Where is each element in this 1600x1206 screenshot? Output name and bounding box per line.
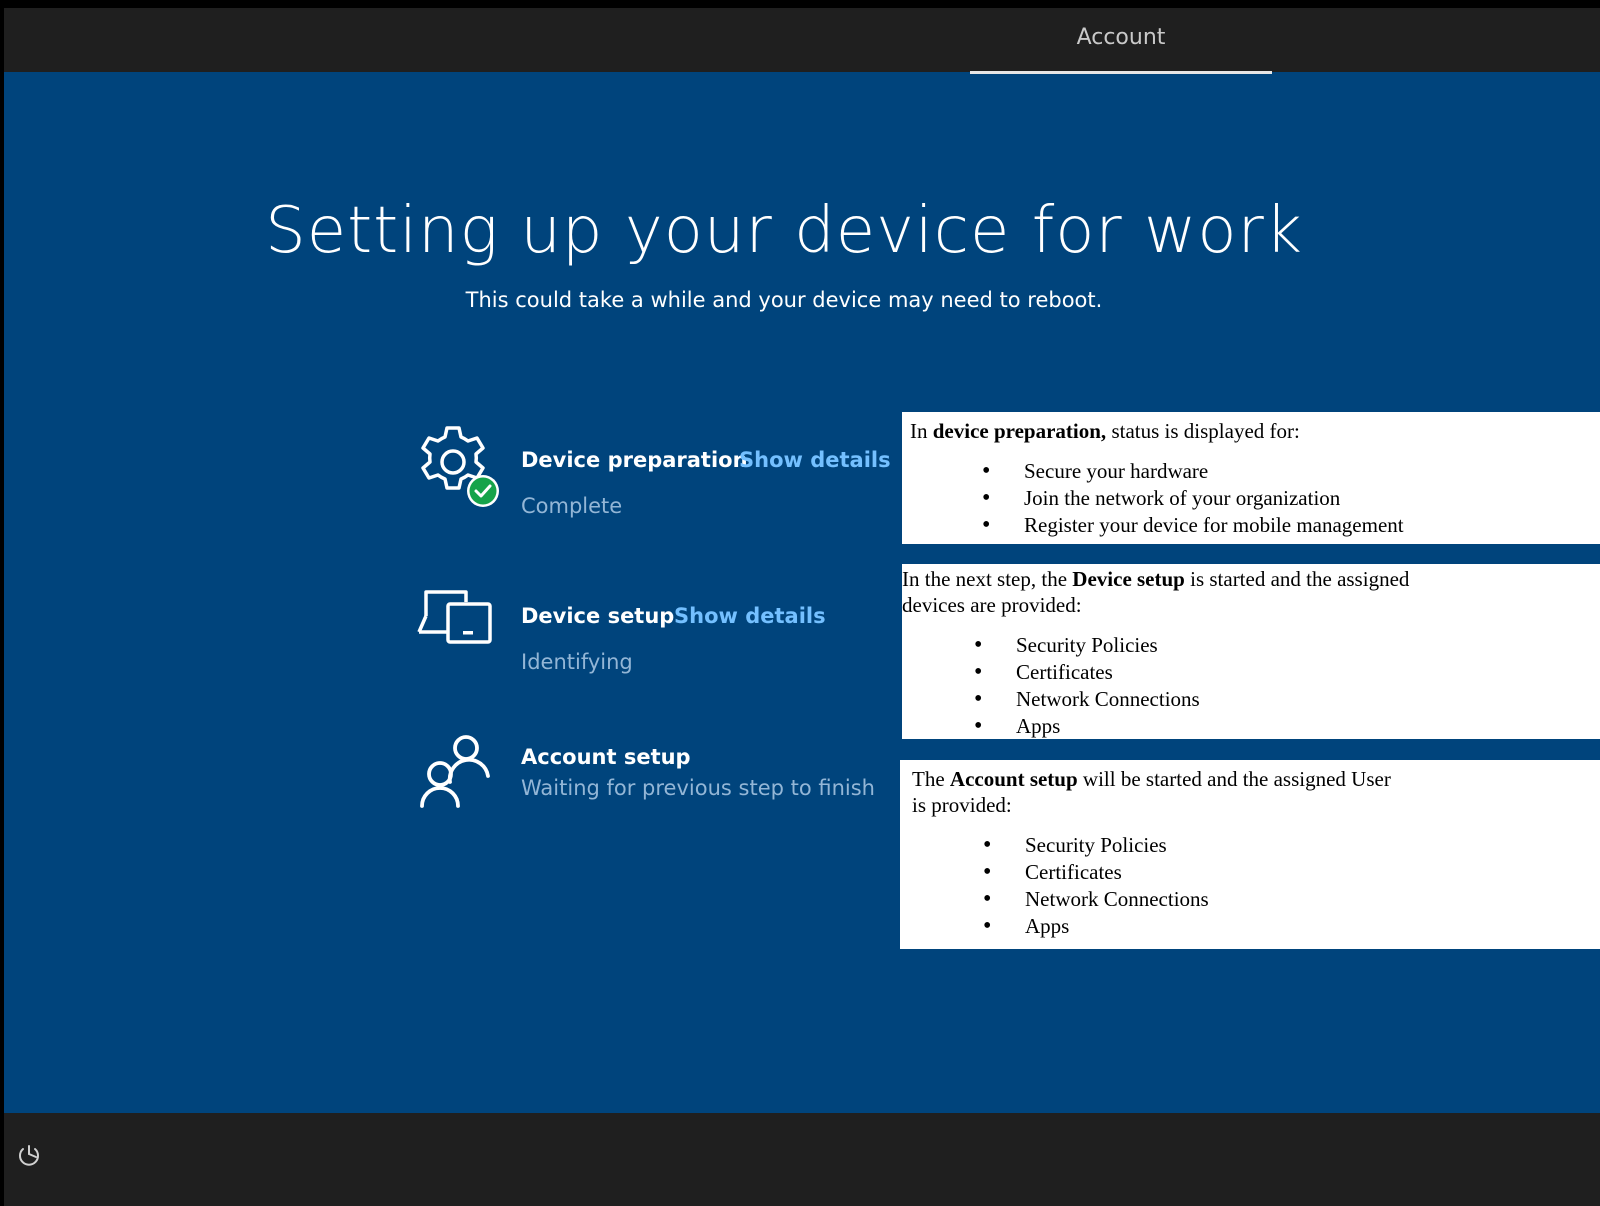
annotation-text: The [912,767,950,791]
gear-check-icon [421,426,499,507]
people-icon [420,735,490,808]
step-title-device-preparation: Device preparation [521,448,748,472]
tab-selected-indicator [970,71,1272,74]
annotation-bold-text: Account setup [949,767,1078,791]
step-status-account-setup: Waiting for previous step to finish [521,776,875,800]
list-item: Apps [974,713,1600,740]
ease-of-access-icon[interactable] [16,1143,42,1169]
annotation-account-setup: The Account setup will be started and th… [900,760,1600,949]
annotation-text: will be started and the assigned User [1077,767,1391,791]
list-item: Apps [983,913,1600,940]
annotation-intro: The Account setup will be started and th… [912,766,1600,818]
step-status-device-preparation: Complete [521,494,623,518]
list-item: Network Connections [983,886,1600,913]
annotation-text: In [910,419,933,443]
annotation-intro: In device preparation, status is display… [910,418,1600,444]
list-item: Security Policies [983,832,1600,859]
annotation-bold-text: device preparation, [932,419,1107,443]
list-item: Certificates [983,859,1600,886]
annotation-text: devices are provided: [902,593,1082,617]
oobe-window: Account Setting up your device for work … [4,8,1600,1206]
list-item: Register your device for mobile manageme… [982,512,1600,539]
show-details-link-device-preparation[interactable]: Show details [739,448,891,472]
tab-account-label: Account [1076,25,1166,50]
bottom-bar [4,1113,1600,1206]
step-status-device-setup: Identifying [521,650,633,674]
tab-account[interactable]: Account [970,8,1272,74]
annotation-list: Security Policies Certificates Network C… [983,832,1600,940]
list-item: Network Connections [974,686,1600,713]
list-item: Certificates [974,659,1600,686]
show-details-link-device-setup[interactable]: Show details [674,604,826,628]
annotation-device-setup: In the next step, the Device setup is st… [902,564,1600,740]
annotation-text: is provided: [912,793,1012,817]
annotation-device-preparation: In device preparation, status is display… [902,412,1600,544]
list-item: Secure your hardware [982,458,1600,485]
annotation-text: status is displayed for: [1106,419,1300,443]
devices-icon [417,590,492,644]
top-bar: Account [4,8,1600,74]
annotation-text: is started and the assigned [1184,567,1410,591]
annotation-text: In the next step, the [902,567,1073,591]
annotation-list: Secure your hardware Join the network of… [982,458,1600,539]
page-subtitle: This could take a while and your device … [465,288,1103,312]
annotation-intro: In the next step, the Device setup is st… [902,566,1600,618]
page-title: Setting up your device for work [265,194,1303,268]
annotation-bold-text: Device setup [1072,567,1185,591]
step-title-device-setup: Device setup [521,604,675,628]
annotation-list: Security Policies Certificates Network C… [974,632,1600,740]
list-item: Join the network of your organization [982,485,1600,512]
step-title-account-setup: Account setup [521,745,691,769]
list-item: Security Policies [974,632,1600,659]
